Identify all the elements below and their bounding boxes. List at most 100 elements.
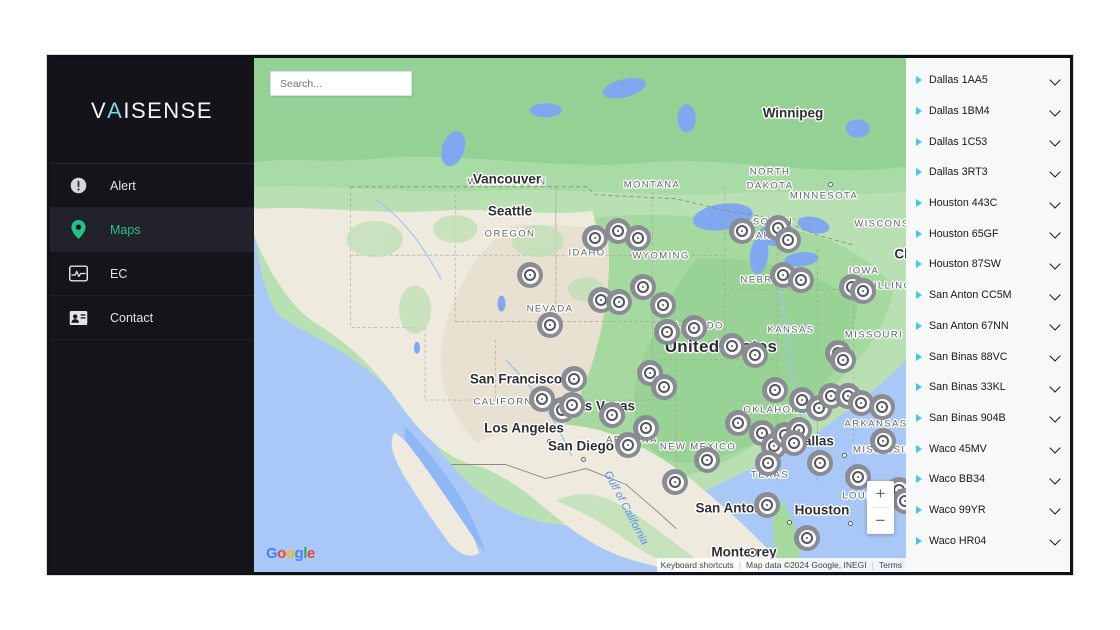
map-device-marker[interactable] [650, 292, 676, 318]
play-triangle-icon[interactable] [916, 76, 922, 85]
map-device-marker[interactable] [559, 392, 585, 418]
device-list-item[interactable]: Waco HR04 [906, 525, 1070, 556]
device-list-item[interactable]: Dallas 1AA5 [906, 65, 1070, 96]
chevron-down-icon[interactable] [1050, 412, 1061, 423]
chevron-down-icon[interactable] [1050, 198, 1061, 209]
map-view[interactable]: ONTARIOQUEBECOttawaMonTorontoWinnipegWAS… [254, 58, 906, 572]
map-device-marker[interactable] [633, 415, 659, 441]
chevron-down-icon[interactable] [1050, 351, 1061, 362]
chevron-down-icon[interactable] [1050, 382, 1061, 393]
chevron-down-icon[interactable] [1050, 504, 1061, 515]
chevron-down-icon[interactable] [1050, 75, 1061, 86]
device-list-item[interactable]: San Binas 33KL [906, 372, 1070, 403]
map-device-marker[interactable] [694, 447, 720, 473]
map-zoom-control[interactable]: + − [867, 481, 894, 534]
map-device-marker[interactable] [850, 278, 876, 304]
sidebar-item-contact[interactable]: Contact [50, 296, 254, 340]
device-list-item[interactable]: Waco 99YR [906, 495, 1070, 526]
play-triangle-icon[interactable] [916, 444, 922, 453]
chevron-down-icon[interactable] [1050, 106, 1061, 117]
keyboard-shortcuts-link[interactable]: Keyboard shortcuts [661, 560, 734, 570]
play-triangle-icon[interactable] [916, 413, 922, 422]
play-triangle-icon[interactable] [916, 260, 922, 269]
map-device-marker[interactable] [729, 218, 755, 244]
map-device-marker[interactable] [606, 289, 632, 315]
play-triangle-icon[interactable] [916, 536, 922, 545]
map-device-marker[interactable] [561, 366, 587, 392]
map-device-marker[interactable] [788, 267, 814, 293]
play-triangle-icon[interactable] [916, 168, 922, 177]
terms-link[interactable]: Terms [879, 560, 902, 570]
device-list-item[interactable]: San Binas 904B [906, 403, 1070, 434]
chevron-down-icon[interactable] [1050, 228, 1061, 239]
map-device-marker[interactable] [517, 262, 543, 288]
device-list-item[interactable]: Waco BB34 [906, 464, 1070, 495]
device-list-item[interactable]: Dallas 3RT3 [906, 157, 1070, 188]
alert-circle-icon [68, 176, 88, 196]
map-city-dot [787, 520, 792, 525]
play-triangle-icon[interactable] [916, 107, 922, 116]
chevron-down-icon[interactable] [1050, 320, 1061, 331]
chevron-down-icon[interactable] [1050, 167, 1061, 178]
map-device-marker[interactable] [762, 377, 788, 403]
play-triangle-icon[interactable] [916, 475, 922, 484]
device-list-item[interactable]: Houston 65GF [906, 218, 1070, 249]
map-device-marker[interactable] [781, 430, 807, 456]
map-device-marker[interactable] [681, 315, 707, 341]
zoom-out-button[interactable]: − [867, 508, 894, 534]
chevron-down-icon[interactable] [1050, 290, 1061, 301]
device-list-item[interactable]: San Binas 88VC [906, 341, 1070, 372]
app-window: V A ISENSE Alert Maps EC Contact Search.… [47, 55, 1073, 575]
zoom-in-button[interactable]: + [867, 481, 894, 507]
map-device-marker[interactable] [807, 450, 833, 476]
sidebar-item-maps[interactable]: Maps [50, 208, 254, 252]
map-device-marker[interactable] [830, 347, 856, 373]
search-input[interactable] [270, 71, 412, 96]
map-device-marker[interactable] [775, 227, 801, 253]
map-device-marker-core [548, 323, 552, 327]
device-list-item[interactable]: Houston 87SW [906, 249, 1070, 280]
map-device-marker[interactable] [869, 394, 895, 420]
device-list-panel[interactable]: Dallas 1AA5 Dallas 1BM4 Dallas 1C53 Dallas … [906, 58, 1070, 572]
play-triangle-icon[interactable] [916, 352, 922, 361]
chevron-down-icon[interactable] [1050, 443, 1061, 454]
play-triangle-icon[interactable] [916, 291, 922, 300]
sidebar-item-alert[interactable]: Alert [50, 164, 254, 208]
map-device-marker[interactable] [754, 492, 780, 518]
map-device-marker-core [593, 236, 597, 240]
device-list-item[interactable]: Waco 45MV [906, 433, 1070, 464]
device-list-item[interactable]: Dallas 1BM4 [906, 96, 1070, 127]
device-list-item[interactable]: Houston 443C [906, 188, 1070, 219]
map-device-marker[interactable] [651, 374, 677, 400]
map-device-marker[interactable] [599, 402, 625, 428]
device-list-item[interactable]: San Anton 67NN [906, 311, 1070, 342]
device-name-label: San Anton 67NN [929, 319, 1009, 332]
map-device-marker[interactable] [662, 469, 688, 495]
chevron-down-icon[interactable] [1050, 474, 1061, 485]
play-triangle-icon[interactable] [916, 505, 922, 514]
device-list-item[interactable]: San Anton CC5M [906, 280, 1070, 311]
map-device-marker[interactable] [725, 410, 751, 436]
play-triangle-icon[interactable] [916, 137, 922, 146]
map-device-marker[interactable] [742, 342, 768, 368]
play-triangle-icon[interactable] [916, 229, 922, 238]
chevron-down-icon[interactable] [1050, 259, 1061, 270]
device-list-item[interactable]: Dallas 1C53 [906, 126, 1070, 157]
map-device-marker-core [753, 353, 757, 357]
map-device-marker[interactable] [755, 450, 781, 476]
map-device-marker-core [829, 394, 833, 398]
map-device-marker[interactable] [719, 333, 745, 359]
device-name-label: Dallas 1AA5 [929, 74, 988, 87]
map-device-marker[interactable] [630, 274, 656, 300]
chevron-down-icon[interactable] [1050, 136, 1061, 147]
sidebar-item-ec[interactable]: EC [50, 252, 254, 296]
map-device-marker[interactable] [537, 312, 563, 338]
play-triangle-icon[interactable] [916, 321, 922, 330]
play-triangle-icon[interactable] [916, 199, 922, 208]
map-device-marker[interactable] [870, 428, 896, 454]
chevron-down-icon[interactable] [1050, 535, 1061, 546]
map-device-marker[interactable] [794, 525, 820, 551]
map-device-marker[interactable] [654, 319, 680, 345]
play-triangle-icon[interactable] [916, 383, 922, 392]
map-device-marker[interactable] [625, 225, 651, 251]
